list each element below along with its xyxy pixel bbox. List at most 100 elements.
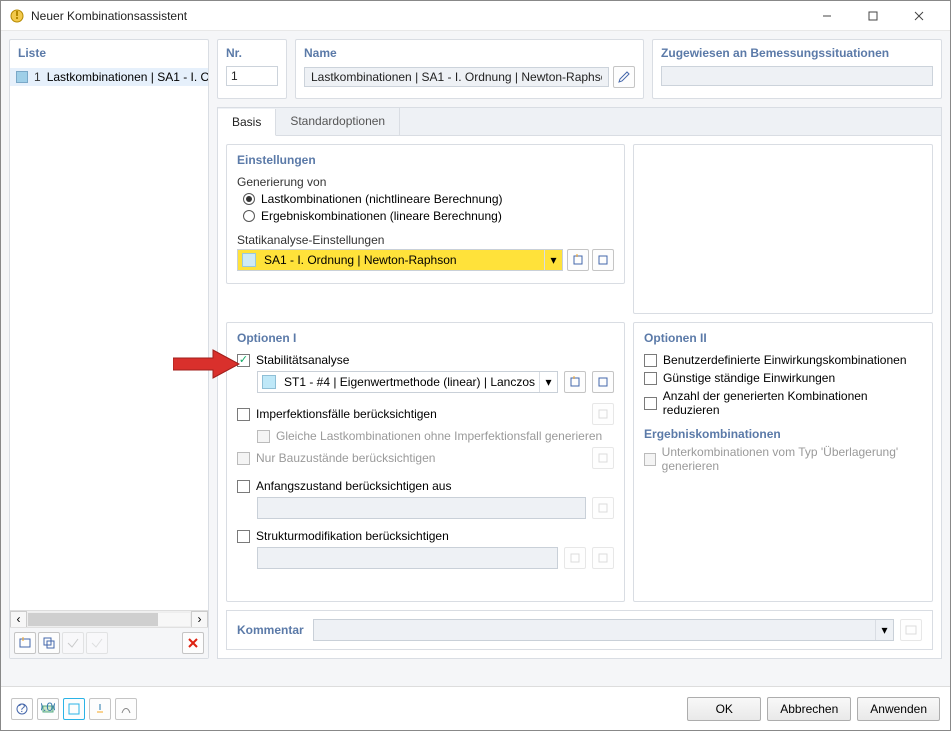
scroll-thumb[interactable] [28, 613, 158, 626]
struct-mod-label: Strukturmodifikation berücksichtigen [256, 529, 449, 543]
number-label: Nr. [226, 46, 278, 60]
footer-units-button[interactable]: 0.00 [37, 698, 59, 720]
struct-mod-combo[interactable] [257, 547, 558, 569]
ok-label: OK [716, 702, 733, 716]
assign-input[interactable] [661, 66, 933, 86]
reduce-row[interactable]: Anzahl der generierten Kombinationen red… [644, 389, 922, 417]
apply-button[interactable]: Anwenden [857, 697, 940, 721]
checkbox-icon [237, 452, 250, 465]
initial-state-label: Anfangszustand berücksichtigen aus [256, 479, 451, 493]
subcomb-label: Unterkombinationen vom Typ 'Überlagerung… [662, 445, 922, 473]
checkbox-icon [644, 453, 656, 466]
bauzustaende-row: Nur Bauzustände berücksichtigen [237, 447, 614, 469]
new-entry-button[interactable] [14, 632, 36, 654]
svg-text:?: ? [19, 702, 26, 715]
stability-checkbox-row[interactable]: Stabilitätsanalyse [237, 353, 614, 367]
reduce-label: Anzahl der generierten Kombinationen red… [663, 389, 922, 417]
statik-value: SA1 - I. Ordnung | Newton-Raphson [260, 253, 544, 267]
checkbox-icon [237, 480, 250, 493]
chevron-down-icon: ▾ [875, 620, 893, 640]
maximize-button[interactable] [850, 1, 896, 31]
name-input[interactable] [304, 67, 609, 87]
cancel-button[interactable]: Abbrechen [767, 697, 851, 721]
name-panel: Name [295, 39, 644, 99]
scroll-track[interactable] [27, 612, 191, 627]
imperfection-button[interactable] [592, 403, 614, 425]
struct-mod-new-button[interactable] [564, 547, 586, 569]
footer-settings-button[interactable] [115, 698, 137, 720]
statik-combo[interactable]: SA1 - I. Ordnung | Newton-Raphson ▾ [237, 249, 563, 271]
ok-button[interactable]: OK [687, 697, 761, 721]
list-header: Liste [10, 40, 208, 62]
footer-pick-button[interactable] [89, 698, 111, 720]
svg-text:0.00: 0.00 [41, 702, 55, 714]
dialog-footer: ? 0.00 OK Abbrechen Anwenden [1, 686, 950, 730]
user-comb-row[interactable]: Benutzerdefinierte Einwirkungskombinatio… [644, 353, 922, 367]
imperfection-sub-label: Gleiche Lastkombinationen ohne Imperfekt… [276, 429, 602, 443]
radio-lastkombinationen[interactable]: Lastkombinationen (nichtlineare Berechnu… [243, 192, 614, 206]
delete-entry-button[interactable] [182, 632, 204, 654]
kommentar-edit-button[interactable] [900, 619, 922, 641]
checkbox-icon [237, 530, 250, 543]
number-input[interactable] [226, 66, 278, 86]
kommentar-combo[interactable]: ▾ [313, 619, 894, 641]
bauzustaende-label: Nur Bauzustände berücksichtigen [256, 451, 435, 465]
checkbox-icon [237, 354, 250, 367]
checkbox-icon [237, 408, 250, 421]
edit-name-button[interactable] [613, 66, 635, 88]
stability-new-button[interactable] [564, 371, 586, 393]
radio-icon [243, 193, 255, 205]
statik-new-button[interactable] [567, 249, 589, 271]
statik-label: Statikanalyse-Einstellungen [237, 233, 614, 247]
initial-state-row[interactable]: Anfangszustand berücksichtigen aus [237, 479, 614, 493]
bauzustaende-button[interactable] [592, 447, 614, 469]
number-panel: Nr. [217, 39, 287, 99]
assign-panel: Zugewiesen an Bemessungssituationen [652, 39, 942, 99]
optionen-ii-section: Optionen II Benutzerdefinierte Einwirkun… [633, 322, 933, 602]
kommentar-section: Kommentar ▾ [226, 610, 933, 650]
titlebar: Neuer Kombinationsassistent [1, 1, 950, 31]
list-item[interactable]: 1 Lastkombinationen | SA1 - I. Ordnung [10, 68, 208, 86]
dialog-window: Neuer Kombinationsassistent Liste 1 Last… [0, 0, 951, 731]
scroll-right-icon[interactable]: › [191, 611, 208, 628]
list-box[interactable]: 1 Lastkombinationen | SA1 - I. Ordnung [10, 68, 208, 610]
list-horizontal-scrollbar[interactable]: ‹ › [10, 610, 208, 627]
chevron-down-icon: ▾ [544, 250, 562, 270]
scroll-left-icon[interactable]: ‹ [10, 611, 27, 628]
initial-state-button[interactable] [592, 497, 614, 519]
imperfection-checkbox-row[interactable]: Imperfektionsfälle berücksichtigen [237, 403, 614, 425]
tab-standardoptionen[interactable]: Standardoptionen [276, 108, 400, 135]
list-item-number: 1 [34, 70, 41, 84]
stability-combo[interactable]: ST1 - #4 | Eigenwertmethode (linear) | L… [257, 371, 558, 393]
chevron-down-icon: ▾ [539, 372, 557, 392]
imperfection-sub-row: Gleiche Lastkombinationen ohne Imperfekt… [257, 429, 614, 443]
minimize-button[interactable] [804, 1, 850, 31]
result-comb-header: Ergebniskombinationen [644, 427, 922, 441]
stability-label: Stabilitätsanalyse [256, 353, 349, 367]
dialog-body: Liste 1 Lastkombinationen | SA1 - I. Ord… [1, 31, 950, 686]
radio-icon [243, 210, 255, 222]
struct-mod-edit-button[interactable] [592, 547, 614, 569]
stability-edit-button[interactable] [592, 371, 614, 393]
copy-entry-button[interactable] [38, 632, 60, 654]
close-button[interactable] [896, 1, 942, 31]
radio-lk-label: Lastkombinationen (nichtlineare Berechnu… [261, 192, 502, 206]
tab-basis[interactable]: Basis [218, 109, 276, 136]
radio-ergebniskombinationen[interactable]: Ergebniskombinationen (lineare Berechnun… [243, 209, 614, 223]
generierung-label: Generierung von [237, 175, 614, 189]
einstellungen-header: Einstellungen [237, 153, 614, 167]
optionen-i-section: Optionen I Stabilitätsanalyse [226, 322, 625, 602]
struct-mod-row[interactable]: Strukturmodifikation berücksichtigen [237, 529, 614, 543]
user-comb-label: Benutzerdefinierte Einwirkungskombinatio… [663, 353, 906, 367]
checkbox-icon [257, 430, 270, 443]
favorable-row[interactable]: Günstige ständige Einwirkungen [644, 371, 922, 385]
initial-state-combo[interactable] [257, 497, 586, 519]
combo-swatch [242, 253, 256, 267]
radio-ek-label: Ergebniskombinationen (lineare Berechnun… [261, 209, 502, 223]
footer-color-button[interactable] [63, 698, 85, 720]
einstellungen-right-panel [633, 144, 933, 314]
statik-edit-button[interactable] [592, 249, 614, 271]
uncheck-all-button[interactable] [86, 632, 108, 654]
check-all-button[interactable] [62, 632, 84, 654]
footer-help-button[interactable]: ? [11, 698, 33, 720]
